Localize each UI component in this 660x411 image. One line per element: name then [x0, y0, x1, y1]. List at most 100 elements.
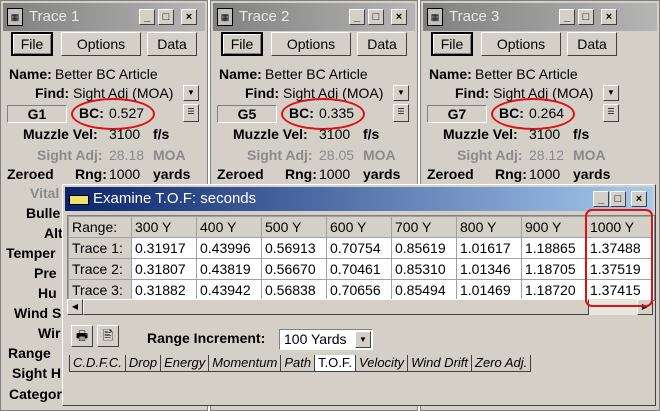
tab-wind-drift[interactable]: Wind Drift	[407, 355, 473, 372]
trace-titlebar[interactable]: ▦ Trace 1 _ □ ×	[3, 3, 205, 31]
maximize-button[interactable]: □	[158, 9, 174, 25]
zeroed-label: Zeroed	[217, 166, 264, 182]
scroll-left-icon[interactable]: ◀	[67, 299, 83, 315]
name-value: Better BC Article	[475, 66, 578, 82]
table-cell[interactable]: 1.18705	[521, 258, 587, 280]
file-button[interactable]: File	[431, 32, 473, 56]
find-dropdown-icon[interactable]: ▼	[183, 85, 199, 101]
table-cell[interactable]: 0.43942	[196, 279, 262, 300]
horizontal-scrollbar[interactable]: ◀ ▶	[67, 299, 653, 315]
tof-table[interactable]: Range: 300 Y 400 Y 500 Y 600 Y 700 Y 800 Y 900 …	[67, 215, 655, 301]
print-button[interactable]: 🖶	[71, 325, 93, 347]
tab-t-o-f[interactable]: T.O.F.	[314, 355, 357, 372]
trace1-field-label: Wind S	[14, 305, 62, 321]
range-increment-select[interactable]: 100 Yards ▼	[279, 329, 373, 350]
tab-energy[interactable]: Energy	[160, 355, 210, 372]
dialog-title: Examine T.O.F: seconds	[93, 190, 257, 207]
table-cell[interactable]: 0.56838	[261, 279, 327, 300]
dialog-titlebar[interactable]: Examine T.O.F: seconds _ □ ×	[65, 187, 653, 211]
minimize-button[interactable]: _	[349, 9, 365, 25]
options-button[interactable]: Options	[271, 32, 351, 56]
tab-zero-adj[interactable]: Zero Adj.	[471, 355, 532, 372]
minimize-button[interactable]: _	[139, 9, 155, 25]
moa-unit: MOA	[573, 147, 606, 163]
tab-path[interactable]: Path	[280, 355, 316, 372]
maximize-button[interactable]: □	[610, 191, 626, 207]
table-cell[interactable]: 1.01469	[456, 279, 522, 300]
chevron-down-icon[interactable]: ▼	[355, 331, 371, 348]
tab-c-d-f-c[interactable]: C.D.F.C.	[69, 355, 126, 372]
zeroed-rng-value[interactable]: 1000	[319, 166, 350, 182]
bc-value[interactable]: 0.527	[109, 105, 144, 121]
close-button[interactable]: ×	[391, 9, 407, 25]
table-cell[interactable]: 0.70754	[326, 237, 392, 259]
bc-editor-icon[interactable]: ☰	[183, 104, 199, 122]
table-cell[interactable]: 0.31882	[131, 279, 197, 300]
find-dropdown-icon[interactable]: ▼	[393, 85, 409, 101]
table-cell[interactable]: 1.18720	[521, 279, 587, 300]
table-cell[interactable]: 0.85619	[391, 237, 457, 259]
find-value: Sight Adj (MOA)	[283, 85, 384, 101]
find-dropdown-icon[interactable]: ▼	[603, 85, 619, 101]
maximize-button[interactable]: □	[578, 9, 594, 25]
scroll-thumb[interactable]	[83, 299, 589, 315]
data-button[interactable]: Data	[357, 32, 407, 56]
data-button[interactable]: Data	[147, 32, 197, 56]
column-header[interactable]: 600 Y	[326, 216, 392, 238]
table-cell[interactable]: 0.70656	[326, 279, 392, 300]
table-cell[interactable]: 0.43996	[196, 237, 262, 259]
close-button[interactable]: ×	[601, 9, 617, 25]
bc-value[interactable]: 0.264	[529, 105, 564, 121]
table-cell[interactable]: 0.43819	[196, 258, 262, 280]
examine-tof-dialog: Examine T.O.F: seconds _ □ × Range: 300 Y…	[62, 184, 656, 406]
trace1-field-label: Wir	[38, 325, 61, 341]
file-button[interactable]: File	[11, 32, 53, 56]
maximize-button[interactable]: □	[368, 9, 384, 25]
trace-titlebar[interactable]: ▦ Trace 3 _ □ ×	[423, 3, 657, 31]
zeroed-rng-value[interactable]: 1000	[529, 166, 560, 182]
options-button[interactable]: Options	[61, 32, 141, 56]
muzzle-vel-value[interactable]: 3100	[109, 126, 140, 142]
minimize-button[interactable]: _	[559, 9, 575, 25]
table-cell[interactable]: 0.31807	[131, 258, 197, 280]
table-cell[interactable]: 0.56670	[261, 258, 327, 280]
data-button[interactable]: Data	[567, 32, 617, 56]
tab-momentum[interactable]: Momentum	[208, 355, 282, 372]
tab-velocity[interactable]: Velocity	[355, 355, 409, 372]
column-header[interactable]: 400 Y	[196, 216, 262, 238]
minimize-button[interactable]: _	[593, 191, 609, 207]
range-increment-label: Range Increment:	[147, 330, 266, 346]
print-preview-button[interactable]: 🖹	[97, 325, 119, 347]
table-cell[interactable]: 0.85310	[391, 258, 457, 280]
table-cell[interactable]: 0.85494	[391, 279, 457, 300]
table-cell[interactable]: 1.01617	[456, 237, 522, 259]
table-cell[interactable]: 1.01346	[456, 258, 522, 280]
column-header[interactable]: 900 Y	[521, 216, 587, 238]
tab-strip: C.D.F.C. Drop Energy Momentum Path T.O.F. Velo…	[69, 355, 532, 373]
table-cell[interactable]: 1.18865	[521, 237, 587, 259]
table-cell[interactable]: 0.31917	[131, 237, 197, 259]
zeroed-rng-value[interactable]: 1000	[109, 166, 140, 182]
trace-titlebar[interactable]: ▦ Trace 2 _ □ ×	[213, 3, 415, 31]
column-header[interactable]: 700 Y	[391, 216, 457, 238]
table-row: Trace 1: 0.31917 0.43996 0.56913 0.70754 0.85…	[68, 237, 652, 259]
close-button[interactable]: ×	[631, 191, 647, 207]
name-value: Better BC Article	[265, 66, 368, 82]
ruler-icon	[69, 195, 89, 205]
muzzle-vel-value[interactable]: 3100	[319, 126, 350, 142]
muzzle-vel-value[interactable]: 3100	[529, 126, 560, 142]
close-button[interactable]: ×	[181, 9, 197, 25]
table-cell[interactable]: 0.56913	[261, 237, 327, 259]
file-button[interactable]: File	[221, 32, 263, 56]
bc-editor-icon[interactable]: ☰	[393, 104, 409, 122]
options-button[interactable]: Options	[481, 32, 561, 56]
column-header[interactable]: 500 Y	[261, 216, 327, 238]
tab-drop[interactable]: Drop	[124, 355, 162, 372]
bc-editor-icon[interactable]: ☰	[603, 104, 619, 122]
table-cell[interactable]: 0.70461	[326, 258, 392, 280]
muzzle-vel-label: Muzzle Vel:	[443, 126, 518, 142]
bc-value[interactable]: 0.335	[319, 105, 354, 121]
yards-unit: yards	[153, 166, 191, 182]
column-header[interactable]: 300 Y	[131, 216, 197, 238]
column-header[interactable]: 800 Y	[456, 216, 522, 238]
